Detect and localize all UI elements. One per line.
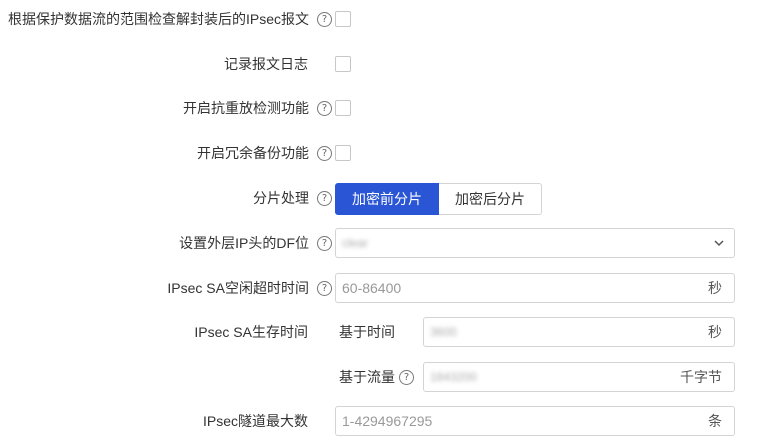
lifetime-time-input[interactable]: 3600 秒: [423, 317, 735, 347]
fragment-label: 分片处理 ?: [253, 188, 332, 208]
chevron-down-icon: [714, 240, 724, 247]
help-icon[interactable]: ?: [317, 145, 332, 161]
log-label: 记录报文日志: [224, 56, 308, 72]
help-icon[interactable]: ?: [399, 369, 414, 385]
df-bit-value: clear: [342, 236, 369, 250]
df-bit-label: 设置外层IP头的DF位 ?: [179, 233, 332, 253]
lifetime-traffic-input[interactable]: 1843200 千字节: [423, 362, 735, 392]
max-tunnels-input[interactable]: 1-4294967295 条: [335, 406, 735, 436]
max-tunnels-label: IPsec隧道最大数: [202, 413, 308, 429]
fragment-toggle-group: 加密前分片 加密后分片: [335, 183, 542, 215]
help-icon[interactable]: ?: [317, 100, 332, 116]
help-icon[interactable]: ?: [317, 11, 332, 27]
fragment-after-encrypt-button[interactable]: 加密后分片: [439, 183, 542, 215]
lifetime-traffic-value: 1843200: [430, 370, 477, 384]
help-icon[interactable]: ?: [317, 235, 332, 251]
idle-timeout-unit: 秒: [708, 280, 722, 296]
lifetime-label: IPsec SA生存时间: [194, 324, 308, 340]
log-checkbox[interactable]: [335, 56, 351, 72]
idle-timeout-input[interactable]: 60-86400 秒: [335, 273, 735, 303]
check-protect-flow-checkbox[interactable]: [335, 11, 351, 27]
idle-timeout-label: IPsec SA空闲超时时间 ?: [167, 278, 332, 298]
lifetime-time-value: 3600: [430, 325, 457, 339]
anti-replay-checkbox[interactable]: [335, 100, 351, 116]
lifetime-traffic-label: 基于流量 ?: [339, 367, 414, 387]
df-bit-select[interactable]: clear: [335, 228, 735, 258]
idle-timeout-placeholder: 60-86400: [342, 280, 402, 296]
lifetime-time-unit: 秒: [708, 324, 722, 340]
redundancy-checkbox[interactable]: [335, 145, 351, 161]
redundancy-label: 开启冗余备份功能 ?: [197, 143, 332, 163]
lifetime-traffic-unit: 千字节: [680, 369, 722, 385]
help-icon[interactable]: ?: [317, 190, 332, 206]
max-tunnels-unit: 条: [708, 413, 722, 429]
help-icon[interactable]: ?: [317, 280, 332, 296]
fragment-before-encrypt-button[interactable]: 加密前分片: [335, 183, 439, 215]
max-tunnels-placeholder: 1-4294967295: [342, 413, 433, 429]
anti-replay-label: 开启抗重放检测功能 ?: [183, 98, 332, 118]
check-protect-flow-label: 根据保护数据流的范围检查解封装后的IPsec报文 ?: [8, 9, 332, 29]
lifetime-time-label: 基于时间: [339, 324, 395, 340]
